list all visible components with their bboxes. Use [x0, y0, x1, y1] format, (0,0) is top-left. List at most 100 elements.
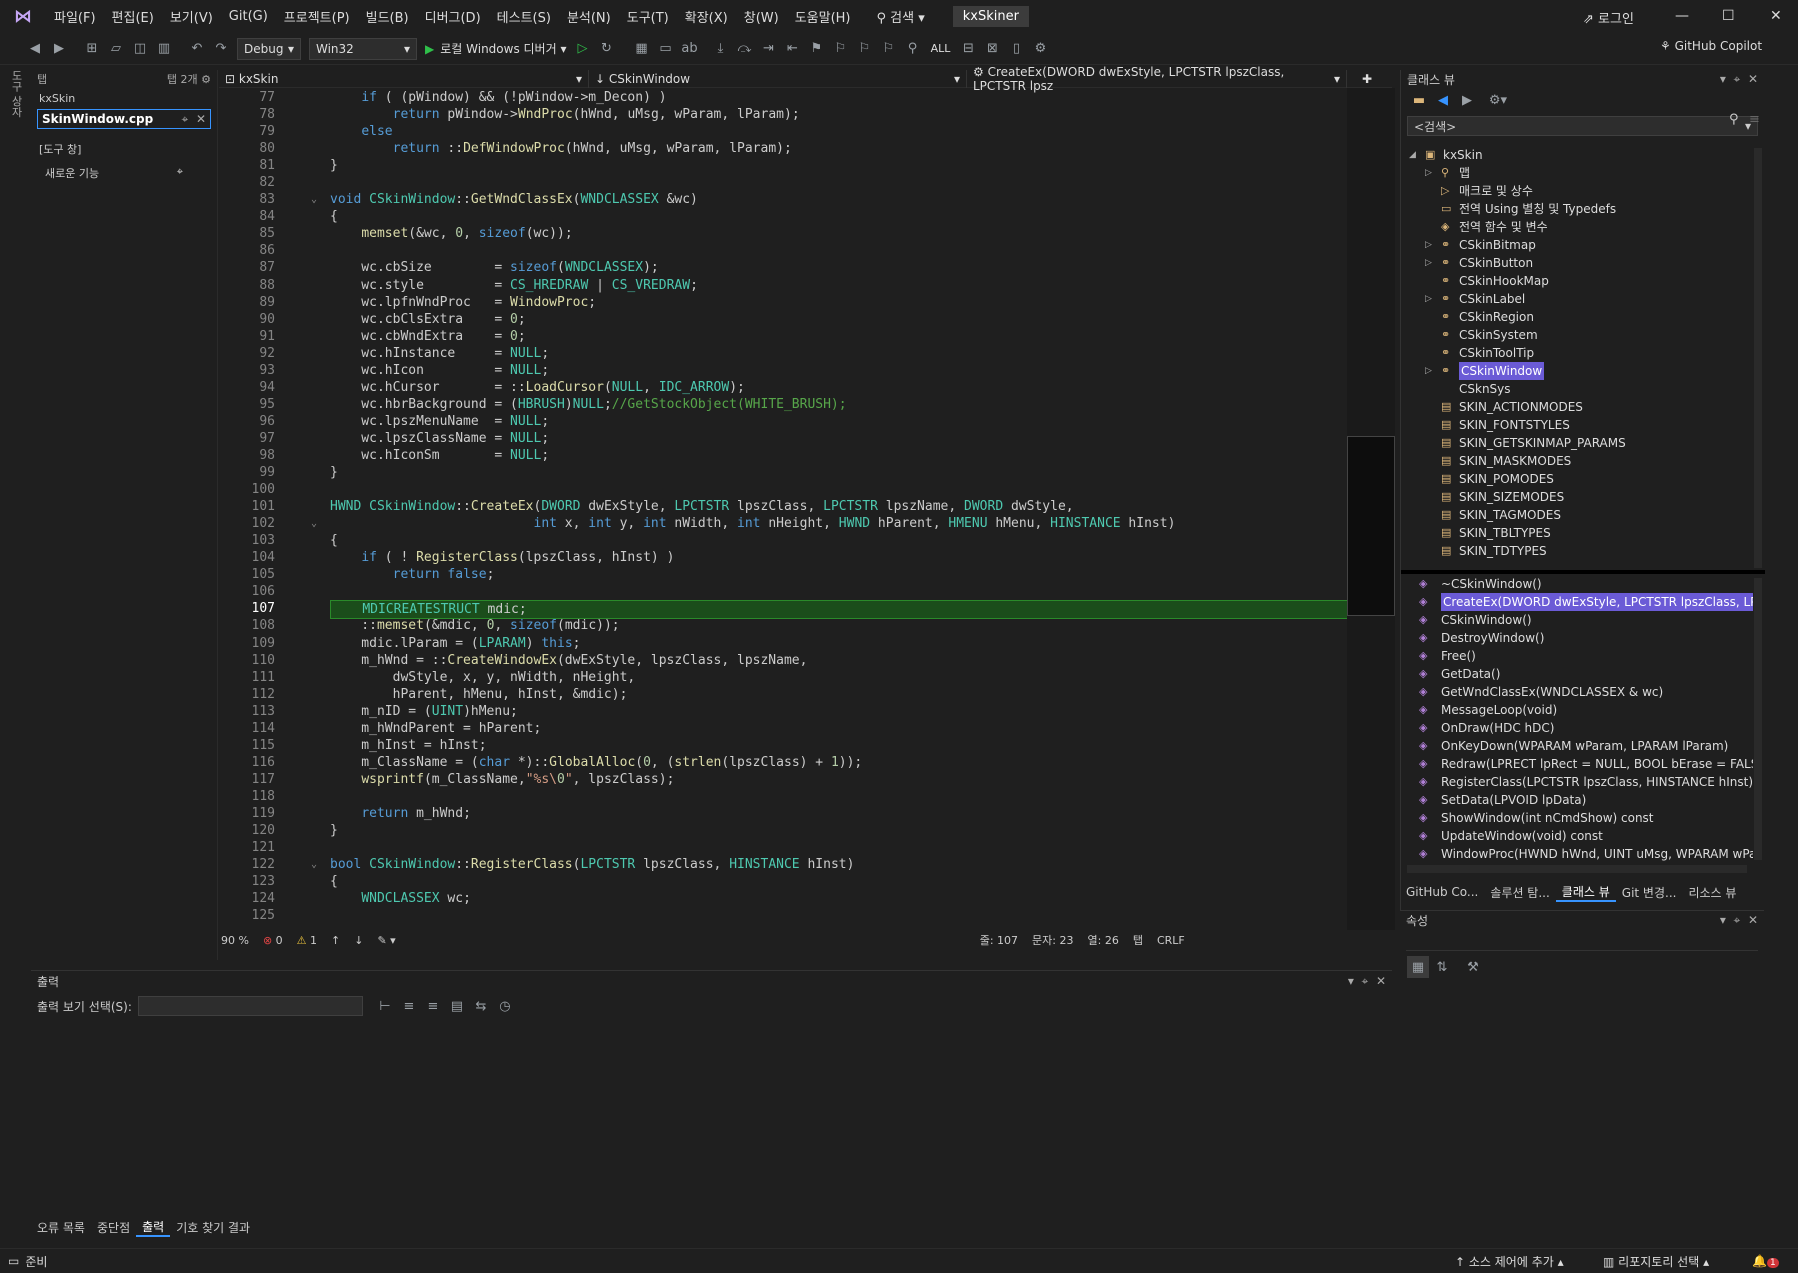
member-item[interactable]: ◈ DestroyWindow() [1401, 629, 1753, 647]
class-tree-item[interactable]: ▷ ⚲ 맵 [1401, 164, 1753, 182]
search-menu[interactable]: ⚲ 검색 ▾ [869, 7, 933, 26]
settings-icon[interactable]: ⚙▾ [1487, 89, 1509, 111]
menu-item[interactable]: 테스트(S) [489, 7, 559, 26]
pin-icon[interactable]: ⌖ [1362, 974, 1369, 988]
code-line[interactable]: 98 wc.hIconSm = NULL; [219, 447, 1349, 464]
document-icon[interactable]: ▯ [1005, 38, 1027, 60]
member-scrollbar[interactable] [1754, 578, 1762, 860]
new-feature-item[interactable]: 새로운 기능 ⌖ [31, 161, 191, 185]
code-line[interactable]: 77 if ( (pWindow) && (!pWindow->m_Decon)… [219, 89, 1349, 106]
project-nav-dropdown[interactable]: ⊡ kxSkin ▾ [219, 69, 589, 88]
class-tree-item[interactable]: ◈ 전역 함수 및 변수 [1401, 218, 1753, 236]
close-icon[interactable]: ✕ [1748, 72, 1758, 86]
code-line[interactable]: 102 ⌄ int x, int y, int nWidth, int nHeig… [219, 515, 1349, 532]
class-tree-item[interactable]: CSknSys [1401, 380, 1753, 398]
menu-item[interactable]: 분석(N) [559, 7, 619, 26]
fold-toggle-icon[interactable]: ⌄ [311, 856, 317, 873]
right-dock-tab[interactable]: 리소스 뷰 [1682, 884, 1742, 901]
pin-icon[interactable]: ⌖ [182, 112, 189, 126]
alphabetical-icon[interactable]: ⇅ [1431, 956, 1453, 978]
code-line[interactable]: 92 wc.hInstance = NULL; [219, 345, 1349, 362]
code-line[interactable]: 106 [219, 583, 1349, 600]
forward-icon[interactable]: ▶ [1456, 89, 1478, 111]
bottom-tab[interactable]: 중단점 [91, 1219, 136, 1236]
code-line[interactable]: 105 return false; [219, 566, 1349, 583]
member-item[interactable]: ◈ RegisterClass(LPCTSTR lpszClass, HINSTA… [1401, 773, 1753, 791]
member-item[interactable]: ◈ CSkinWindow() [1401, 611, 1753, 629]
class-tree-item[interactable]: ▭ 전역 Using 별칭 및 Typedefs [1401, 200, 1753, 218]
code-line[interactable]: 82 [219, 174, 1349, 191]
code-line[interactable]: 116 m_ClassName = (char *)::GlobalAlloc(… [219, 754, 1349, 771]
code-line[interactable]: 121 [219, 839, 1349, 856]
step-over-icon[interactable]: ⤼ [733, 38, 755, 60]
split-editor-icon[interactable]: ✚ [1347, 70, 1387, 88]
line-indicator[interactable]: 줄: 107 [980, 932, 1018, 948]
start-debugging-button[interactable]: ▶ 로컬 Windows 디버거 ▾ [425, 40, 566, 57]
bottom-tab[interactable]: 오류 목록 [31, 1219, 91, 1236]
configuration-dropdown[interactable]: Debug ▾ [237, 37, 301, 60]
expand-toggle-icon[interactable]: ▷ [1425, 164, 1432, 182]
tree-scrollbar[interactable] [1754, 148, 1762, 568]
code-line[interactable]: 94 wc.hCursor = ::LoadCursor(NULL, IDC_A… [219, 379, 1349, 396]
class-tree-item[interactable]: ▤ SKIN_FONTSTYLES [1401, 416, 1753, 434]
zoom-level[interactable]: 90 % [221, 934, 249, 947]
next-issue-icon[interactable]: ↓ [354, 934, 363, 947]
class-tree-item[interactable]: ⚭ CSkinRegion [1401, 308, 1753, 326]
expand-toggle-icon[interactable]: ◢ [1409, 146, 1416, 164]
code-line[interactable]: 108 ::memset(&mdic, 0, sizeof(mdic)); [219, 617, 1349, 634]
spellcheck-icon[interactable]: ab [678, 38, 700, 60]
menu-item[interactable]: Git(G) [221, 9, 276, 24]
forward-icon[interactable]: ▶ [48, 38, 70, 60]
class-tree-item[interactable]: ⚭ CSkinSystem [1401, 326, 1753, 344]
code-line[interactable]: 93 wc.hIcon = NULL; [219, 362, 1349, 379]
start-without-debugging-icon[interactable]: ▷ [571, 38, 593, 60]
new-project-icon[interactable]: ⊞ [81, 38, 103, 60]
class-tree-item[interactable]: ⚭ CSkinHookMap [1401, 272, 1753, 290]
close-icon[interactable]: ✕ [1748, 913, 1758, 927]
github-copilot-button[interactable]: ⚘ GitHub Copilot [1660, 39, 1762, 53]
right-dock-tab[interactable]: 솔루션 탐... [1484, 884, 1555, 901]
active-file-tab[interactable]: SkinWindow.cpp ⌖ ✕ [37, 109, 211, 129]
dropdown-icon[interactable]: ▾ [1348, 974, 1354, 988]
class-tree-item[interactable]: ◢ ▣ kxSkin [1401, 146, 1753, 164]
clear-search-icon[interactable]: ≡ [1749, 112, 1760, 127]
code-line[interactable]: 90 wc.cbClsExtra = 0; [219, 311, 1349, 328]
select-repository-button[interactable]: ▥ 리포지토리 선택 ▴ [1603, 1253, 1709, 1270]
member-hscrollbar[interactable] [1407, 865, 1747, 873]
tab-indicator[interactable]: 탭 [1133, 932, 1143, 948]
code-line[interactable]: 109 mdic.lParam = (LPARAM) this; [219, 635, 1349, 652]
dropdown-icon[interactable]: ▾ [1720, 72, 1726, 86]
code-line[interactable]: 104 if ( ! RegisterClass(lpszClass, hIns… [219, 549, 1349, 566]
code-line[interactable]: 112 hParent, hMenu, hInst, &mdic); [219, 686, 1349, 703]
member-item[interactable]: ◈ ~CSkinWindow() [1401, 575, 1753, 593]
toolbox-side-tab[interactable]: 도구 상자 [10, 70, 24, 130]
right-dock-tab[interactable]: Git 변경... [1616, 884, 1683, 901]
timestamp-icon[interactable]: ◷ [494, 995, 516, 1017]
close-tab-icon[interactable]: ✕ [196, 112, 206, 126]
clear-all-icon[interactable]: ▤ [446, 995, 468, 1017]
code-cleanup-icon[interactable]: ✎ ▾ [377, 934, 395, 947]
right-dock-tab[interactable]: GitHub Co... [1400, 885, 1484, 899]
menu-item[interactable]: 확장(X) [677, 7, 736, 26]
member-item[interactable]: ◈ Free() [1401, 647, 1753, 665]
code-line[interactable]: 96 wc.lpszMenuName = NULL; [219, 413, 1349, 430]
class-tree-item[interactable]: ⚭ CSkinToolTip [1401, 344, 1753, 362]
class-view-search[interactable]: <검색> ▾ [1407, 116, 1758, 136]
member-item[interactable]: ◈ ShowWindow(int nCmdShow) const [1401, 809, 1753, 827]
code-line[interactable]: 115 m_hInst = hInst; [219, 737, 1349, 754]
member-item[interactable]: ◈ OnDraw(HDC hDC) [1401, 719, 1753, 737]
find-message-icon[interactable]: ⊢ [374, 995, 396, 1017]
class-tree-item[interactable]: ▤ SKIN_MASKMODES [1401, 452, 1753, 470]
save-icon[interactable]: ◫ [129, 38, 151, 60]
member-item[interactable]: ◈ SetData(LPVOID lpData) [1401, 791, 1753, 809]
menu-item[interactable]: 편집(E) [104, 7, 162, 26]
code-line[interactable]: 120} [219, 822, 1349, 839]
class-tree-item[interactable]: ▤ SKIN_TBLTYPES [1401, 524, 1753, 542]
fold-toggle-icon[interactable]: ⌄ [311, 515, 317, 532]
platform-dropdown[interactable]: Win32 ▾ [309, 37, 417, 60]
code-line[interactable]: 80 return ::DefWindowProc(hWnd, uMsg, wP… [219, 140, 1349, 157]
prev-bookmark-icon[interactable]: ⚐ [829, 38, 851, 60]
add-to-source-control-button[interactable]: ↑ 소스 제어에 추가 ▴ [1455, 1253, 1564, 1270]
bottom-tab[interactable]: 기호 찾기 결과 [170, 1219, 256, 1236]
code-line[interactable]: 114 m_hWndParent = hParent; [219, 720, 1349, 737]
